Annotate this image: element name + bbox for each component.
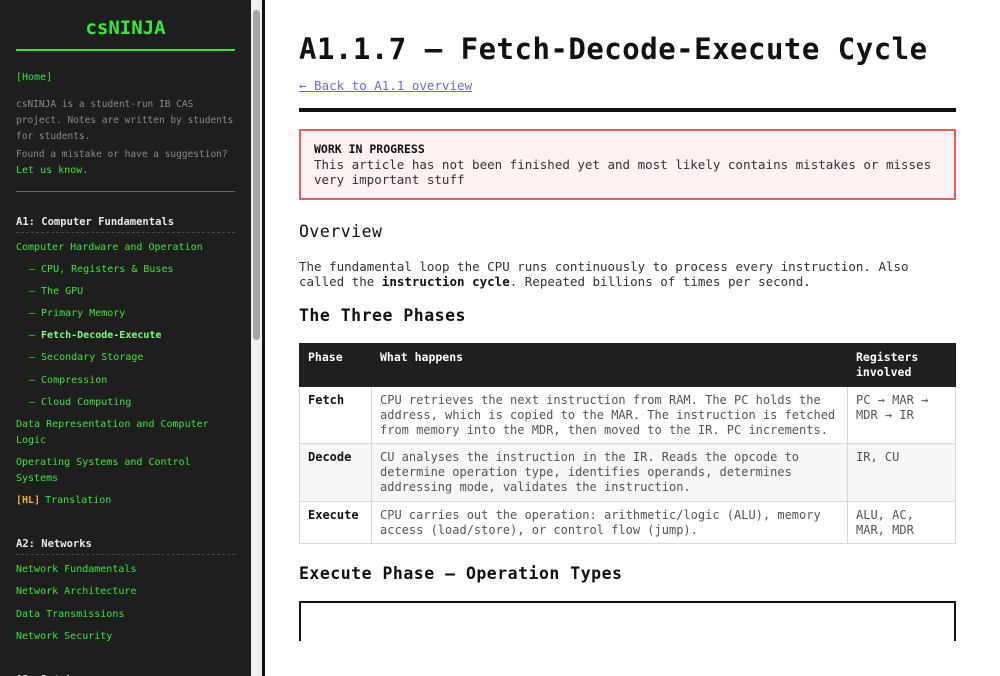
table-row: Decode CU analyses the instruction in th… [299, 443, 956, 502]
section-title-a2: A2: Networks [16, 531, 235, 555]
nav-link[interactable]: The GPU [41, 286, 83, 297]
nav-link[interactable]: Network Architecture [16, 586, 136, 597]
column-header: Phase [299, 343, 372, 387]
overview-heading: Overview [299, 222, 383, 241]
section-title-a1: A1: Computer Fundamentals [16, 209, 235, 233]
column-header: What happens [371, 343, 848, 387]
nav-item-fetch-decode-execute: – Fetch-Decode-Execute [29, 330, 162, 342]
overview-text: The fundamental loop the CPU runs contin… [299, 259, 909, 289]
nav-item-cloud: – Cloud Computing [29, 396, 132, 408]
nav-list-a1: Computer Hardware and Operation – CPU, Re… [16, 240, 235, 509]
sidebar-scrollbar[interactable] [251, 0, 262, 676]
table-row: Execute CPU carries out the operation: a… [299, 500, 956, 545]
nav-item-compression: – Compression [29, 374, 108, 386]
nav-link[interactable]: Network Fundamentals [16, 564, 136, 575]
nav-item-hardware: Computer Hardware and Operation [16, 240, 235, 256]
registers-cell: IR, CU [847, 443, 956, 502]
scrollbar-thumb[interactable] [253, 10, 260, 340]
sidebar-border [262, 0, 265, 676]
nav-item-cpu: – CPU, Registers & Buses [29, 264, 174, 276]
table-header-row: Phase What happens Registers involved [299, 343, 956, 387]
sidebar-divider [16, 191, 235, 192]
feedback-line: Found a mistake or have a suggestion? Le… [16, 149, 228, 176]
title-divider [299, 108, 956, 112]
nav-link[interactable]: Primary Memory [41, 308, 125, 319]
phases-table: Phase What happens Registers involved Fe… [299, 343, 956, 545]
home-link[interactable]: [Home] [16, 72, 235, 83]
description-cell: CPU retrieves the next instruction from … [371, 385, 848, 445]
nav-link[interactable]: Computer Hardware and Operation [16, 242, 203, 253]
nav-item-network-architecture: Network Architecture [16, 584, 235, 600]
wip-notice: WORK IN PROGRESS This article has not be… [299, 129, 956, 200]
nav-item-translation: [HL] Translation [16, 493, 235, 509]
back-link[interactable]: ← Back to A1.1 overview [299, 78, 472, 93]
nav-link[interactable]: Compression [41, 375, 107, 386]
nav-item-data-representation: Data Representation and Computer Logic [16, 417, 235, 448]
nav-link[interactable]: Data Transmissions [16, 609, 124, 620]
phase-cell: Execute [299, 500, 372, 545]
phase-cell: Fetch [299, 385, 372, 445]
phases-heading: The Three Phases [299, 306, 466, 325]
nav-link-active[interactable]: Fetch-Decode-Execute [41, 330, 161, 341]
site-logo[interactable]: csNINJA [16, 0, 235, 51]
nav-link[interactable]: Cloud Computing [41, 397, 131, 408]
nav-link[interactable]: Translation [45, 495, 111, 506]
feedback-link[interactable]: Let us know. [16, 165, 88, 176]
description-cell: CPU carries out the operation: arithmeti… [371, 500, 848, 545]
instruction-cycle-term: instruction cycle [381, 274, 510, 289]
about-text: csNINJA is a student-run IB CAS project.… [16, 97, 235, 179]
nav-item-gpu: – The GPU [29, 286, 84, 298]
page-title: A1.1.7 — Fetch-Decode-Execute Cycle [299, 32, 928, 66]
nav-list-a2: Network Fundamentals Network Architectur… [16, 562, 235, 645]
nav-item-primary-memory: – Primary Memory [29, 308, 126, 320]
sidebar: csNINJA [Home] csNINJA is a student-run … [0, 0, 251, 676]
nav-item-network-fundamentals: Network Fundamentals [16, 562, 235, 578]
registers-cell: PC → MAR → MDR → IR [847, 385, 956, 445]
phase-cell: Decode [299, 443, 372, 502]
nav-item-data-transmissions: Data Transmissions [16, 607, 235, 623]
nav-link[interactable]: Data Representation and Computer Logic [16, 419, 209, 446]
nav-link[interactable]: Operating Systems and Control Systems [16, 457, 191, 484]
execute-heading: Execute Phase — Operation Types [299, 564, 623, 584]
wip-heading: WORK IN PROGRESS [314, 142, 425, 156]
nav-item-secondary-storage: – Secondary Storage [29, 352, 144, 364]
main-content: A1.1.7 — Fetch-Decode-Execute Cycle ← Ba… [299, 0, 956, 676]
about-description: csNINJA is a student-run IB CAS project.… [16, 99, 234, 142]
wip-text: This article has not been finished yet a… [314, 157, 932, 187]
description-cell: CU analyses the instruction in the IR. R… [371, 443, 848, 502]
nav-item-operating-systems: Operating Systems and Control Systems [16, 455, 235, 486]
section-title-a3: A3: Databases [16, 667, 235, 676]
nav-item-network-security: Network Security [16, 629, 235, 645]
nav-link[interactable]: CPU, Registers & Buses [41, 264, 173, 275]
table-row: Fetch CPU retrieves the next instruction… [299, 385, 956, 445]
registers-cell: ALU, AC, MAR, MDR [847, 500, 956, 545]
nav-link[interactable]: Network Security [16, 631, 112, 642]
column-header: Registers involved [847, 343, 956, 387]
operation-types-box [299, 601, 956, 642]
hl-badge: [HL] [16, 495, 41, 507]
nav-link[interactable]: Secondary Storage [41, 352, 143, 363]
